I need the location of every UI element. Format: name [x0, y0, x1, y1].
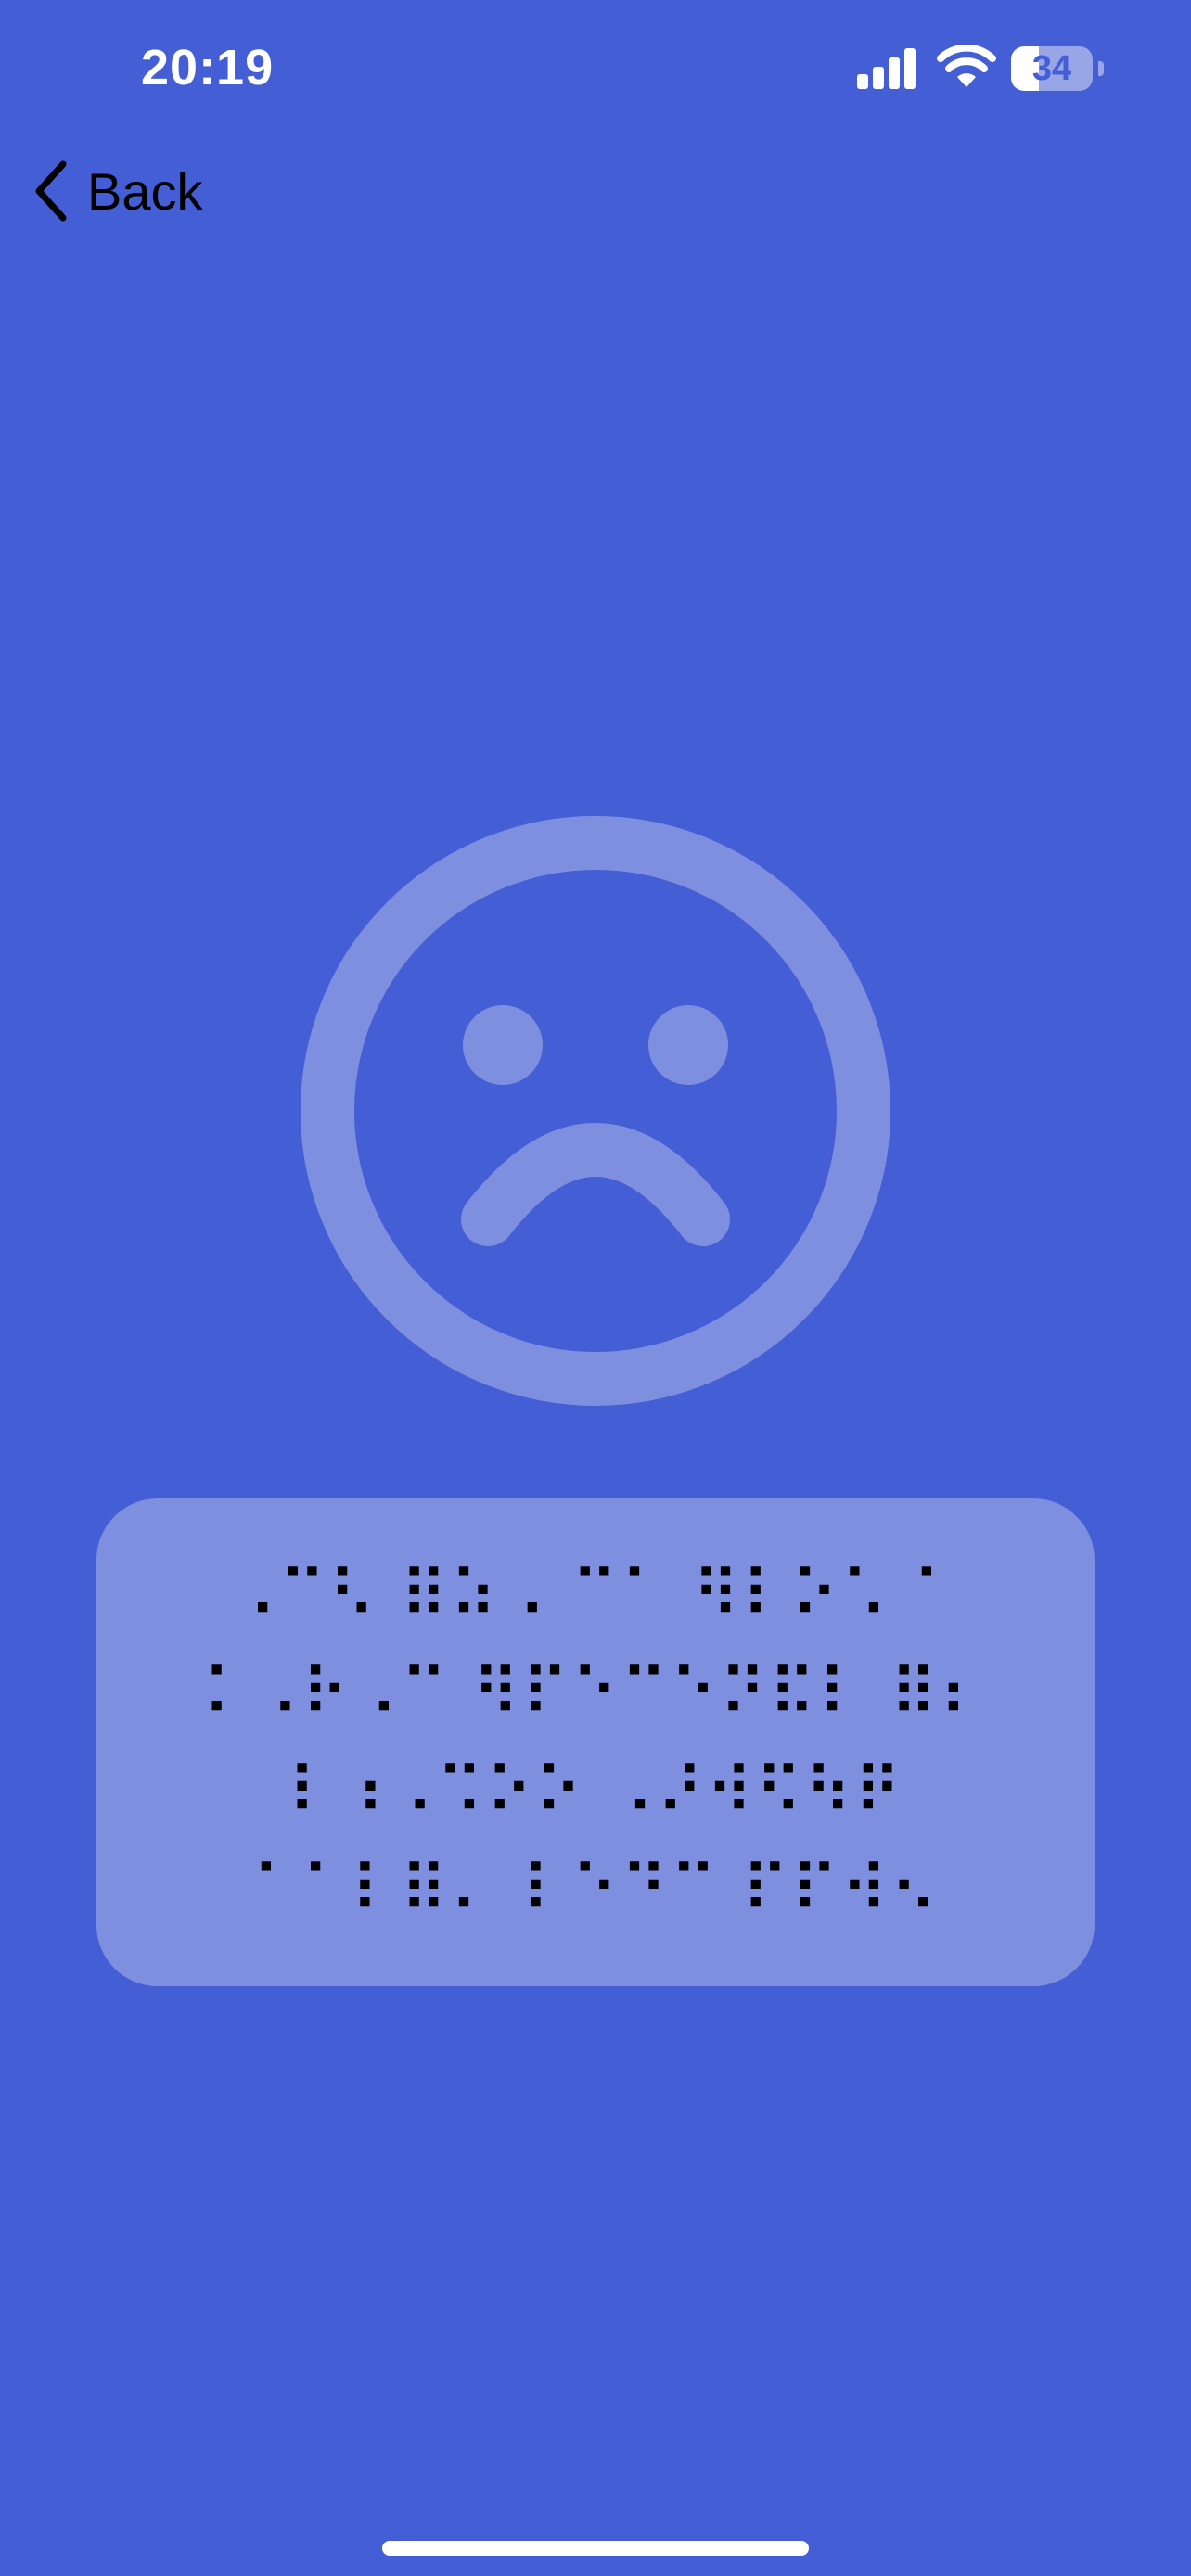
braille-line-2: ⠅⠠⠗⠠⠉ ⠻⠏⠑⠉⠑⠝⠯⠇ ⠿⠆ [202, 1655, 989, 1731]
status-time: 20:19 [141, 40, 275, 96]
status-bar: 20:19 34 [0, 0, 1191, 139]
braille-line-4: ⠁⠁⠇⠿⠄ ⠇⠑⠙⠉ ⠏⠏⠺⠢ [251, 1852, 940, 1928]
wifi-icon [937, 45, 996, 87]
cellular-signal-icon [857, 48, 916, 89]
back-button[interactable]: Back [32, 154, 203, 228]
home-indicator[interactable] [382, 2541, 809, 2556]
braille-message-card: ⠠⠉⠣ ⠿⠵⠠ ⠉⠁ ⠻⠇⠕⠡ ⠁ ⠅⠠⠗⠠⠉ ⠻⠏⠑⠉⠑⠝⠯⠇ ⠿⠆ ⠇⠰⠠⠩… [96, 1498, 1095, 1986]
braille-line-1: ⠠⠉⠣ ⠿⠵⠠ ⠉⠁ ⠻⠇⠕⠡ ⠁ [229, 1557, 962, 1633]
back-label: Back [87, 161, 203, 221]
sad-face-icon [301, 816, 890, 1406]
braille-line-3: ⠇⠰⠠⠩⠕⠕ ⠠⠜⠺⠫⠳⠟ [288, 1753, 903, 1830]
battery-level: 34 [1031, 49, 1072, 88]
chevron-left-icon [35, 160, 67, 222]
